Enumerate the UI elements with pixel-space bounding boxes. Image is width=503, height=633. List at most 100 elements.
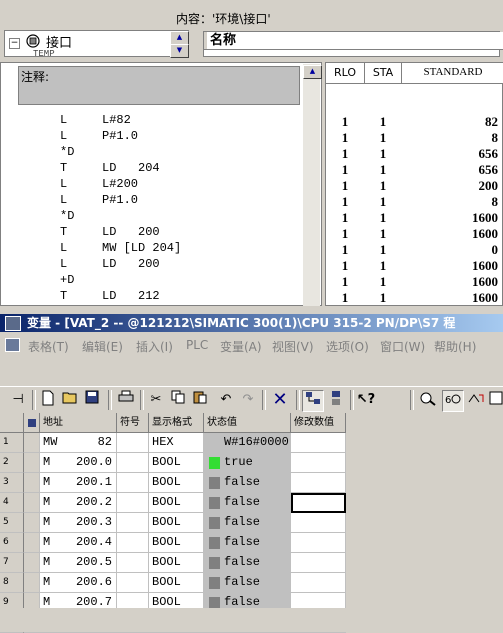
document-icon[interactable] xyxy=(5,338,20,352)
save-icon[interactable] xyxy=(82,390,102,410)
paste-icon[interactable] xyxy=(190,390,210,410)
menu-view[interactable]: 视图(V) xyxy=(272,338,314,355)
online-icon[interactable] xyxy=(302,390,324,412)
symbol-cell[interactable] xyxy=(117,573,149,593)
modify-cell[interactable] xyxy=(291,493,346,513)
monitor-icon[interactable] xyxy=(418,390,438,410)
table-row[interactable]: 8 M 200.6 BOOL false xyxy=(0,573,346,593)
menu-plc[interactable]: PLC xyxy=(186,338,208,352)
address-cell[interactable]: MW 82 xyxy=(40,433,117,453)
modify-icon[interactable]: 6 xyxy=(442,390,464,412)
redo-icon[interactable]: ↷ xyxy=(238,390,258,410)
delete-icon[interactable]: ✕ xyxy=(270,390,290,410)
table-row[interactable]: 6 M 200.4 BOOL false xyxy=(0,533,346,553)
symbol-cell[interactable] xyxy=(117,453,149,473)
new-icon[interactable] xyxy=(38,390,58,410)
symbol-cell[interactable] xyxy=(117,473,149,493)
row-number[interactable]: 3 xyxy=(0,473,24,493)
row-number[interactable]: 2 xyxy=(0,453,24,473)
tree-scrollbar[interactable]: ▲ ▼ xyxy=(170,31,189,58)
status-header[interactable]: 状态值 xyxy=(204,413,291,433)
modify-cell[interactable] xyxy=(291,453,346,473)
format-cell[interactable]: BOOL xyxy=(149,473,204,493)
menu-window[interactable]: 窗口(W) xyxy=(380,338,425,355)
status-row: 1 1 82 xyxy=(326,114,503,130)
scroll-up-icon[interactable]: ▲ xyxy=(303,65,322,79)
menu-table[interactable]: 表格(T) xyxy=(28,338,69,355)
address-cell[interactable]: M 200.2 xyxy=(40,493,117,513)
table-row[interactable]: 5 M 200.3 BOOL false xyxy=(0,513,346,533)
undo-icon[interactable]: ↶ xyxy=(216,390,236,410)
row-number[interactable]: 5 xyxy=(0,513,24,533)
symbol-cell[interactable] xyxy=(117,533,149,553)
symbol-cell[interactable] xyxy=(117,493,149,513)
menu-options[interactable]: 选项(O) xyxy=(326,338,369,355)
symbol-cell[interactable] xyxy=(117,433,149,453)
status-row: 1 1 8 xyxy=(326,194,503,210)
modify-cell[interactable] xyxy=(291,513,346,533)
vat-title-bar[interactable]: 变量 - [VAT_2 -- @121212\SIMATIC 300(1)\CP… xyxy=(0,314,503,332)
network-comment[interactable]: 注释: xyxy=(18,66,300,105)
table-row[interactable]: 1 MW 82 HEX W#16#0000 xyxy=(0,433,346,453)
modify-cell[interactable] xyxy=(291,433,346,453)
format-header[interactable]: 显示格式 xyxy=(149,413,204,433)
table-row[interactable]: 3 M 200.1 BOOL false xyxy=(0,473,346,493)
address-cell[interactable]: M 200.0 xyxy=(40,453,117,473)
format-cell[interactable]: BOOL xyxy=(149,573,204,593)
modify-header[interactable]: 修改数值 xyxy=(291,413,346,433)
format-cell[interactable]: BOOL xyxy=(149,553,204,573)
code-scrollbar[interactable]: ▲ xyxy=(303,64,322,306)
scroll-down-icon[interactable]: ▼ xyxy=(170,44,189,58)
copy-icon[interactable] xyxy=(168,390,188,410)
status-value: false xyxy=(224,495,261,509)
modify-cell[interactable] xyxy=(291,573,346,593)
modify-cell[interactable] xyxy=(291,533,346,553)
format-cell[interactable]: BOOL xyxy=(149,453,204,473)
cut-icon[interactable]: ✂ xyxy=(146,390,166,410)
symbol-cell[interactable] xyxy=(117,553,149,573)
modify-cell[interactable] xyxy=(291,473,346,493)
row-indicator xyxy=(24,433,40,453)
row-number[interactable]: 7 xyxy=(0,553,24,573)
status-value: false xyxy=(224,535,261,549)
network-icon[interactable] xyxy=(326,390,346,410)
trigger-icon[interactable] xyxy=(466,390,486,410)
table-row[interactable]: 4 M 200.2 BOOL false xyxy=(0,493,346,513)
open-icon[interactable] xyxy=(60,390,80,410)
interface-tree[interactable]: − 接口 TEMP xyxy=(4,30,189,57)
tree-sublabel[interactable]: TEMP xyxy=(33,49,55,56)
refresh-icon[interactable] xyxy=(488,390,503,410)
menu-edit[interactable]: 编辑(E) xyxy=(82,338,123,355)
address-cell[interactable]: M 200.6 xyxy=(40,573,117,593)
address-cell[interactable]: M 200.4 xyxy=(40,533,117,553)
name-column-header[interactable]: 名称 xyxy=(204,32,503,50)
table-row[interactable]: 7 M 200.5 BOOL false xyxy=(0,553,346,573)
row-number[interactable]: 1 xyxy=(0,433,24,453)
address-cell[interactable]: M 200.5 xyxy=(40,553,117,573)
sta-value: 1 xyxy=(379,162,387,177)
format-cell[interactable]: BOOL xyxy=(149,533,204,553)
format-cell[interactable]: BOOL xyxy=(149,513,204,533)
menu-help[interactable]: 帮助(H) xyxy=(434,338,476,355)
scroll-up-icon[interactable]: ▲ xyxy=(170,31,189,45)
menu-variable[interactable]: 变量(A) xyxy=(220,338,262,355)
row-number[interactable]: 4 xyxy=(0,493,24,513)
pin-icon[interactable]: ⊣ xyxy=(8,390,28,410)
modify-cell[interactable] xyxy=(291,553,346,573)
format-cell[interactable]: BOOL xyxy=(149,493,204,513)
instruction-op: L xyxy=(60,241,68,255)
symbol-header[interactable]: 符号 xyxy=(117,413,149,433)
address-cell[interactable]: M 200.3 xyxy=(40,513,117,533)
menu-insert[interactable]: 插入(I) xyxy=(136,338,173,355)
symbol-cell[interactable] xyxy=(117,513,149,533)
help-icon[interactable]: ↖? xyxy=(356,390,376,410)
row-number[interactable]: 6 xyxy=(0,533,24,553)
table-row[interactable]: 2 M 200.0 BOOL true xyxy=(0,453,346,473)
address-header[interactable]: 地址 xyxy=(40,413,117,433)
rlo-value: 1 xyxy=(341,258,349,273)
format-cell[interactable]: HEX xyxy=(149,433,204,453)
row-number[interactable]: 8 xyxy=(0,573,24,593)
address-cell[interactable]: M 200.1 xyxy=(40,473,117,493)
print-icon[interactable] xyxy=(116,390,136,410)
tree-collapse-icon[interactable]: − xyxy=(9,38,20,49)
